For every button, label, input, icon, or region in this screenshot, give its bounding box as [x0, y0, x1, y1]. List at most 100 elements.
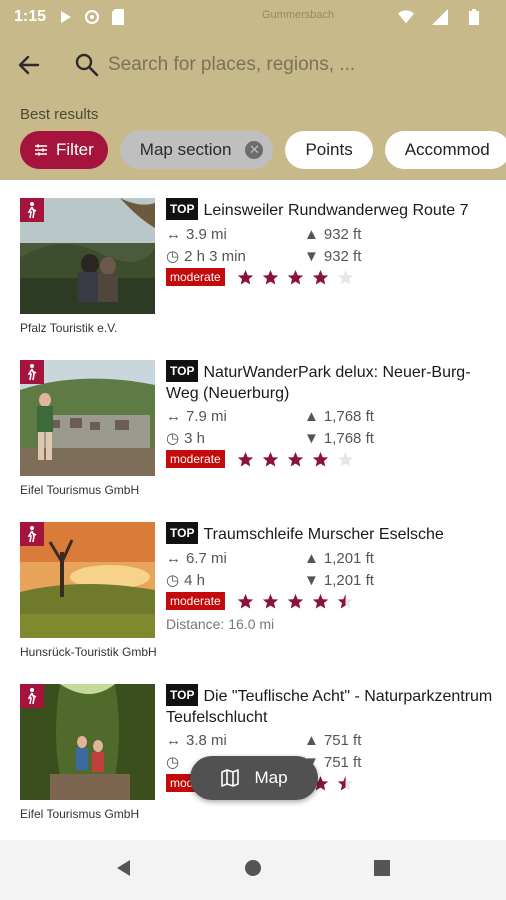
- play-icon: [58, 9, 74, 25]
- tour-image: [20, 522, 155, 638]
- star-rating: [237, 593, 354, 610]
- system-nav-bar: [0, 840, 506, 900]
- ascent-icon: ▲: [304, 408, 319, 425]
- tour-distance: 7.9 mi: [186, 408, 227, 425]
- star-icon: [237, 451, 253, 466]
- tour-descent: 751 ft: [323, 753, 362, 771]
- filter-chips: Filter Map section ✕ Points Accommod: [20, 131, 506, 169]
- star-icon: [262, 593, 278, 608]
- accommodation-chip[interactable]: Accommod: [384, 131, 506, 169]
- accommodation-label: Accommod: [404, 140, 490, 159]
- descent-icon: ▼: [304, 247, 319, 265]
- star-icon: [262, 269, 278, 284]
- star-icon: [312, 451, 328, 466]
- search-icon: [74, 52, 100, 78]
- tour-ascent: 1,201 ft: [323, 550, 374, 567]
- tour-image: [20, 684, 155, 800]
- star-icon: [337, 593, 353, 608]
- tour-descent: 1,768 ft: [323, 429, 374, 447]
- tour-title: NaturWanderPark delux: Neuer-Burg-Weg (N…: [166, 364, 471, 402]
- hiking-icon: [20, 198, 44, 222]
- tour-distance: 6.7 mi: [186, 550, 227, 567]
- results-list: Pfalz Touristik e.V. TOP Leinsweiler Rund…: [0, 180, 506, 840]
- star-icon: [337, 451, 353, 466]
- tour-distance: 3.9 mi: [186, 226, 227, 243]
- ascent-icon: ▲: [304, 732, 319, 749]
- status-time: 1:15: [14, 8, 47, 25]
- list-item[interactable]: Eifel Tourismus GmbH TOP Die "Teuflische …: [0, 666, 506, 828]
- sd-card-icon: [110, 9, 126, 25]
- difficulty-badge: moderate: [166, 268, 225, 286]
- tour-source: Hunsrück-Touristik GmbH: [20, 645, 157, 659]
- star-icon: [337, 775, 353, 790]
- list-item[interactable]: Pfalz Touristik e.V. TOP Leinsweiler Rund…: [0, 180, 506, 342]
- points-chip[interactable]: Points: [285, 131, 373, 169]
- ascent-icon: ▲: [304, 550, 319, 567]
- top-badge: TOP: [166, 198, 199, 220]
- distance-from-location: Distance: 16.0 mi: [166, 616, 275, 632]
- descent-icon: ▼: [304, 571, 319, 589]
- tour-descent: 1,201 ft: [323, 571, 374, 589]
- star-icon: [262, 451, 278, 466]
- tour-distance: 3.8 mi: [186, 732, 227, 749]
- star-icon: [287, 451, 303, 466]
- distance-arrows-icon: ↔: [166, 226, 181, 243]
- star-rating: [237, 269, 354, 286]
- star-icon: [312, 269, 328, 284]
- sliders-icon: [35, 144, 47, 156]
- map-button-label: Map: [254, 768, 288, 787]
- difficulty-badge: moderate: [166, 592, 225, 610]
- map-section-label: Map section: [139, 140, 232, 159]
- triangle-back-icon: [117, 859, 131, 876]
- tour-source: Eifel Tourismus GmbH: [20, 483, 140, 497]
- descent-icon: ▼: [304, 429, 319, 447]
- tour-title: Leinsweiler Rundwanderweg Route 7: [203, 202, 469, 219]
- map-button[interactable]: Map: [190, 756, 318, 800]
- list-item[interactable]: Hunsrück-Touristik GmbH TOP Traumschleife…: [0, 504, 506, 666]
- tour-source: Pfalz Touristik e.V.: [20, 321, 118, 335]
- nav-back-button[interactable]: [114, 858, 134, 883]
- tour-duration: 3 h: [184, 429, 205, 447]
- star-rating: [237, 451, 354, 468]
- arrow-left-icon: [18, 55, 40, 75]
- tour-source: Eifel Tourismus GmbH: [20, 807, 140, 821]
- distance-arrows-icon: ↔: [166, 550, 181, 567]
- filter-label: Filter: [56, 140, 94, 159]
- nav-recents-button[interactable]: [372, 858, 392, 883]
- star-icon: [287, 269, 303, 284]
- hiking-icon: [20, 522, 44, 546]
- map-icon: [221, 769, 240, 787]
- filter-button[interactable]: Filter: [20, 131, 108, 169]
- star-icon: [237, 269, 253, 284]
- nav-home-button[interactable]: [243, 858, 263, 883]
- circle-home-icon: [244, 859, 261, 876]
- star-icon: [312, 593, 328, 608]
- tour-descent: 932 ft: [323, 247, 362, 265]
- remove-chip-icon[interactable]: ✕: [245, 141, 264, 159]
- star-icon: [237, 593, 253, 608]
- map-place-label: Gummersbach: [262, 9, 335, 21]
- top-badge: TOP: [166, 522, 199, 544]
- square-recents-icon: [373, 859, 390, 876]
- data-saver-icon: [84, 9, 100, 25]
- hiking-icon: [20, 360, 44, 384]
- points-label: Points: [305, 140, 353, 159]
- ascent-icon: ▲: [304, 226, 319, 243]
- difficulty-badge: moderate: [166, 450, 225, 468]
- status-bar: 1:15 Gummersbach: [0, 0, 506, 34]
- tour-duration: 2 h 3 min: [184, 247, 246, 265]
- top-badge: TOP: [166, 360, 199, 382]
- map-section-chip[interactable]: Map section ✕: [119, 131, 274, 169]
- distance-arrows-icon: ↔: [166, 732, 181, 749]
- distance-arrows-icon: ↔: [166, 408, 181, 425]
- tour-ascent: 1,768 ft: [323, 408, 374, 425]
- tour-duration: 4 h: [184, 571, 205, 589]
- list-item[interactable]: Eifel Tourismus GmbH TOP NaturWanderPark …: [0, 342, 506, 504]
- wifi-icon: [398, 9, 414, 25]
- battery-icon: [466, 9, 482, 25]
- back-button[interactable]: [16, 52, 42, 78]
- search-input[interactable]: [108, 50, 488, 80]
- clock-icon: ◷: [166, 754, 180, 771]
- tour-title: Die "Teuflische Acht" - Naturparkzentrum…: [166, 688, 493, 726]
- tour-image: [20, 198, 155, 314]
